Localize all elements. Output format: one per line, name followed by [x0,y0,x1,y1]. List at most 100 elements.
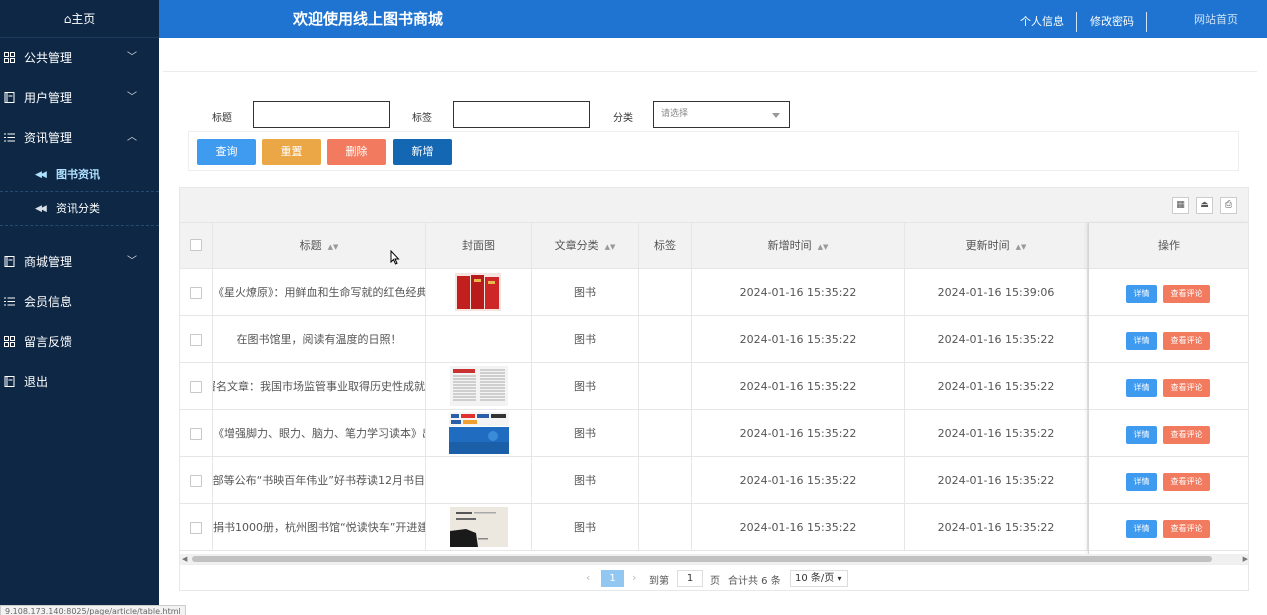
prev-page-icon[interactable]: ‹ [586,571,590,584]
action-bar: 查询 重置 删除 新增 [188,131,1239,171]
profile-link[interactable]: 个人信息 [1020,13,1064,29]
row-title: 中央宣传部等公布“书映百年伟业”好书荐读12月书目 [213,457,426,504]
sidebar: ⌂主页 公共管理 ﹀ 用户管理 ﹀ 资讯管理 ︿ ◀◀ 图书资讯 ◀◀ 资讯分类… [0,0,159,615]
sort-icon[interactable]: ▲▼ [328,243,339,251]
row-actions: 详情 查看评论 [1088,269,1248,316]
row-tag [639,457,692,504]
column-tag-label: 标签 [654,239,676,252]
sidebar-item-members[interactable]: 会员信息 [0,282,159,322]
columns-icon[interactable]: ▦ [1172,197,1189,214]
detail-button[interactable]: 详情 [1126,473,1157,491]
detail-button[interactable]: 详情 [1126,520,1157,538]
sort-icon[interactable]: ▲▼ [1016,243,1027,251]
row-checkbox-cell [180,457,213,504]
row-title: 捐书1000册，杭州图书馆“悦读快车”开进建德 [213,504,426,551]
row-title: 尹文署名文章：我国市场监管事业取得历史性成就 [213,363,426,410]
horizontal-scrollbar[interactable]: ◀ ▶ [180,554,1248,564]
page-label: 页 [710,576,720,587]
detail-button[interactable]: 详情 [1126,285,1157,303]
scroll-left-arrow-icon[interactable]: ◀ [182,554,187,564]
book-icon [4,376,15,387]
table-row: 捐书1000册，杭州图书馆“悦读快车”开进建德 图书 2024-01-16 15… [180,504,1248,551]
category-select[interactable]: 请选择 [653,101,790,128]
caret-down-icon [772,113,780,118]
detail-button[interactable]: 详情 [1126,426,1157,444]
row-cover-cell [426,457,532,504]
row-checkbox-cell [180,504,213,551]
page-number-current[interactable]: 1 [601,570,624,587]
detail-button[interactable]: 详情 [1126,379,1157,397]
sidebar-item-feedback[interactable]: 留言反馈 [0,322,159,362]
reset-button[interactable]: 重置 [262,139,321,165]
export-icon[interactable]: ⏏ [1196,197,1213,214]
query-button[interactable]: 查询 [197,139,256,165]
tag-filter-input[interactable] [453,101,590,128]
row-category: 图书 [532,410,639,457]
row-updated: 2024-01-16 15:39:06 [905,269,1088,316]
sidebar-subitem-news-category[interactable]: ◀◀ 资讯分类 [0,192,159,226]
sidebar-subitem-book-news[interactable]: ◀◀ 图书资讯 [0,158,159,192]
main-content: 标题 标签 分类 请选择 查询 重置 删除 新增 ▦ ⏏ ⎙ 标题 ▲▼ 封面图 … [159,38,1267,615]
view-comments-button[interactable]: 查看评论 [1163,520,1210,538]
title-filter-input[interactable] [253,101,390,128]
view-comments-button[interactable]: 查看评论 [1163,426,1210,444]
mouse-cursor-icon [390,250,400,265]
next-page-icon[interactable]: › [632,571,636,584]
header-checkbox-cell [180,223,213,269]
column-created[interactable]: 新增时间 ▲▼ [692,223,905,269]
view-comments-button[interactable]: 查看评论 [1163,332,1210,350]
column-category[interactable]: 文章分类 ▲▼ [532,223,639,269]
chevron-down-icon: ﹀ [127,92,137,103]
add-button[interactable]: 新增 [393,139,452,165]
row-checkbox[interactable] [190,381,202,393]
view-comments-button[interactable]: 查看评论 [1163,285,1210,303]
tag-filter-label: 标签 [412,113,432,124]
column-tag: 标签 [639,223,692,269]
row-category: 图书 [532,363,639,410]
row-cover-cell [426,316,532,363]
detail-button[interactable]: 详情 [1126,332,1157,350]
scrollbar-thumb[interactable] [192,556,1212,562]
goto-page-input[interactable]: 1 [677,570,703,587]
page-size-select[interactable]: 10 条/页 ▾ [790,570,848,587]
change-password-link[interactable]: 修改密码 [1090,13,1134,29]
view-comments-button[interactable]: 查看评论 [1163,473,1210,491]
sidebar-item-news[interactable]: 资讯管理 ︿ [0,118,159,158]
row-checkbox[interactable] [190,475,202,487]
sort-icon[interactable]: ▲▼ [818,243,829,251]
print-icon[interactable]: ⎙ [1220,197,1237,214]
home-link[interactable]: ⌂主页 [0,0,159,38]
cover-image-red-books [455,273,501,311]
row-title-text: 尹文署名文章：我国市场监管事业取得历史性成就 [213,380,425,393]
column-created-label: 新增时间 [767,239,812,252]
row-created: 2024-01-16 15:35:22 [692,410,905,457]
row-title: 《星火燎原》：用鲜血和生命写就的红色经典 [213,269,426,316]
row-checkbox[interactable] [190,522,202,534]
select-all-checkbox[interactable] [190,239,202,251]
column-updated[interactable]: 更新时间 ▲▼ [905,223,1088,269]
row-checkbox[interactable] [190,334,202,346]
book-icon [4,92,15,103]
row-title-text: 中央宣传部等公布“书映百年伟业”好书荐读12月书目 [213,474,425,487]
table-row: 在图书馆里，阅读有温度的日照！ 图书 2024-01-16 15:35:22 2… [180,316,1248,363]
table-header: 标题 ▲▼ 封面图 文章分类 ▲▼ 标签 新增时间 ▲▼ 更新时间 ▲▼ 操作 [180,223,1248,269]
site-home-link[interactable]: 网站首页 [1194,11,1238,27]
row-created: 2024-01-16 15:35:22 [692,457,905,504]
column-cover-label: 封面图 [462,239,495,252]
sidebar-item-public[interactable]: 公共管理 ﹀ [0,38,159,78]
cover-image-study-book [449,412,509,454]
sidebar-item-shop[interactable]: 商城管理 ﹀ [0,242,159,282]
row-actions: 详情 查看评论 [1088,457,1248,504]
scroll-right-arrow-icon[interactable]: ▶ [1243,554,1248,564]
sidebar-item-logout[interactable]: 退出 [0,362,159,402]
sidebar-item-users[interactable]: 用户管理 ﹀ [0,78,159,118]
row-checkbox[interactable] [190,428,202,440]
row-tag [639,410,692,457]
view-comments-button[interactable]: 查看评论 [1163,379,1210,397]
row-checkbox[interactable] [190,287,202,299]
row-cover-cell [426,504,532,551]
sort-icon[interactable]: ▲▼ [605,243,616,251]
delete-button[interactable]: 删除 [327,139,386,165]
row-tag [639,316,692,363]
